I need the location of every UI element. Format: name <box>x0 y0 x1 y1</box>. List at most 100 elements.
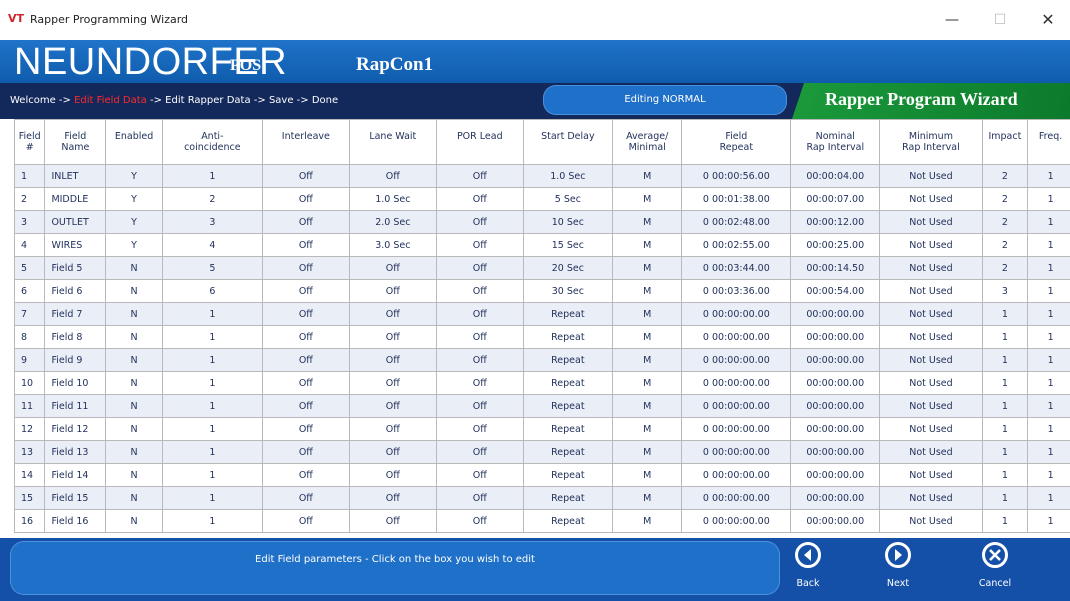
table-cell[interactable]: 5 <box>161 256 263 280</box>
table-cell[interactable]: Off <box>348 509 437 533</box>
table-cell[interactable]: Off <box>435 417 524 441</box>
table-cell[interactable]: N <box>105 440 163 464</box>
table-cell[interactable]: 00:00:00.00 <box>790 417 881 441</box>
table-cell[interactable]: 3 <box>161 210 263 234</box>
table-cell[interactable]: Field 11 <box>44 394 107 418</box>
table-cell[interactable]: 00:00:07.00 <box>790 187 881 211</box>
table-cell[interactable]: Off <box>348 348 437 372</box>
close-button[interactable]: ✕ <box>1038 10 1058 30</box>
table-cell[interactable]: 1 <box>161 440 263 464</box>
table-cell[interactable]: M <box>611 348 683 372</box>
table-cell[interactable]: 14 <box>14 463 46 487</box>
table-cell[interactable]: 1 <box>981 348 1029 372</box>
table-cell[interactable]: Off <box>348 440 437 464</box>
table-cell[interactable]: Off <box>348 164 437 188</box>
next-button[interactable]: Next <box>873 542 923 598</box>
table-cell[interactable]: Off <box>261 187 350 211</box>
table-cell[interactable]: Not Used <box>879 256 983 280</box>
table-cell[interactable]: Not Used <box>879 279 983 303</box>
table-cell[interactable]: M <box>611 394 683 418</box>
table-cell[interactable]: Off <box>261 233 350 257</box>
table-cell[interactable]: Off <box>435 233 524 257</box>
table-cell[interactable]: N <box>105 348 163 372</box>
table-cell[interactable]: 0 00:00:00.00 <box>681 486 792 510</box>
table-cell[interactable]: 15 <box>14 486 46 510</box>
table-cell[interactable]: N <box>105 394 163 418</box>
table-row[interactable]: 10 Field 10 N 1 Off Off Off Repeat M 0 00:00:00.0… <box>14 371 1070 395</box>
table-cell[interactable]: Off <box>261 463 350 487</box>
table-cell[interactable]: N <box>105 256 163 280</box>
table-cell[interactable]: Off <box>348 463 437 487</box>
table-cell[interactable]: Not Used <box>879 440 983 464</box>
table-cell[interactable]: Off <box>261 279 350 303</box>
table-cell[interactable]: Repeat <box>522 486 613 510</box>
table-cell[interactable]: 0 00:00:00.00 <box>681 371 792 395</box>
table-cell[interactable]: 3 <box>14 210 46 234</box>
table-cell[interactable]: 2 <box>981 210 1029 234</box>
table-cell[interactable]: Off <box>261 348 350 372</box>
table-cell[interactable]: Y <box>105 187 163 211</box>
table-cell[interactable]: Not Used <box>879 302 983 326</box>
table-row[interactable]: 15 Field 15 N 1 Off Off Off Repeat M 0 00:00:00.0… <box>14 486 1070 510</box>
table-cell[interactable]: 1 <box>981 440 1029 464</box>
table-cell[interactable]: 2 <box>981 233 1029 257</box>
table-cell[interactable]: 10 Sec <box>522 210 613 234</box>
table-cell[interactable]: 7 <box>14 302 46 326</box>
table-cell[interactable]: M <box>611 325 683 349</box>
table-cell[interactable]: 1 <box>981 463 1029 487</box>
table-cell[interactable]: N <box>105 417 163 441</box>
table-cell[interactable]: Not Used <box>879 486 983 510</box>
table-cell[interactable]: 10 <box>14 371 46 395</box>
table-cell[interactable]: 6 <box>161 279 263 303</box>
table-cell[interactable]: M <box>611 371 683 395</box>
table-cell[interactable]: Off <box>435 348 524 372</box>
table-cell[interactable]: Off <box>435 509 524 533</box>
table-cell[interactable]: 1 <box>981 417 1029 441</box>
table-cell[interactable]: 1 <box>161 394 263 418</box>
table-cell[interactable]: Off <box>261 509 350 533</box>
table-cell[interactable]: 1 <box>981 302 1029 326</box>
table-cell[interactable]: Off <box>348 394 437 418</box>
table-cell[interactable]: 12 <box>14 417 46 441</box>
table-cell[interactable]: Off <box>261 302 350 326</box>
table-cell[interactable]: 1 <box>981 509 1029 533</box>
table-cell[interactable]: 9 <box>14 348 46 372</box>
table-cell[interactable]: Off <box>261 394 350 418</box>
table-cell[interactable]: 00:00:14.50 <box>790 256 881 280</box>
table-cell[interactable]: Field 10 <box>44 371 107 395</box>
table-cell[interactable]: 1 <box>161 348 263 372</box>
table-cell[interactable]: Off <box>435 394 524 418</box>
table-cell[interactable]: 1 <box>1027 325 1070 349</box>
table-cell[interactable]: 1.0 Sec <box>522 164 613 188</box>
table-cell[interactable]: 0 00:00:00.00 <box>681 325 792 349</box>
table-cell[interactable]: 3 <box>981 279 1029 303</box>
table-cell[interactable]: Not Used <box>879 371 983 395</box>
table-cell[interactable]: M <box>611 164 683 188</box>
table-cell[interactable]: 20 Sec <box>522 256 613 280</box>
table-cell[interactable]: Y <box>105 164 163 188</box>
table-cell[interactable]: 00:00:54.00 <box>790 279 881 303</box>
table-cell[interactable]: 4 <box>14 233 46 257</box>
table-cell[interactable]: 1 <box>1027 486 1070 510</box>
table-cell[interactable]: Field 8 <box>44 325 107 349</box>
table-cell[interactable]: Off <box>435 325 524 349</box>
table-cell[interactable]: 00:00:00.00 <box>790 394 881 418</box>
table-cell[interactable]: 1 <box>161 371 263 395</box>
table-cell[interactable]: Field 14 <box>44 463 107 487</box>
table-cell[interactable]: 00:00:00.00 <box>790 440 881 464</box>
table-cell[interactable]: Repeat <box>522 394 613 418</box>
table-cell[interactable]: Off <box>435 463 524 487</box>
table-cell[interactable]: Off <box>348 371 437 395</box>
table-cell[interactable]: 2 <box>981 164 1029 188</box>
table-cell[interactable]: 3.0 Sec <box>348 233 437 257</box>
table-cell[interactable]: Off <box>348 417 437 441</box>
table-cell[interactable]: 00:00:12.00 <box>790 210 881 234</box>
table-cell[interactable]: 1 <box>1027 164 1070 188</box>
cancel-button[interactable]: Cancel <box>970 542 1020 598</box>
table-cell[interactable]: M <box>611 509 683 533</box>
table-cell[interactable]: Off <box>261 325 350 349</box>
table-cell[interactable]: 8 <box>14 325 46 349</box>
table-cell[interactable]: 1 <box>1027 233 1070 257</box>
table-cell[interactable]: N <box>105 302 163 326</box>
table-cell[interactable]: Off <box>348 302 437 326</box>
